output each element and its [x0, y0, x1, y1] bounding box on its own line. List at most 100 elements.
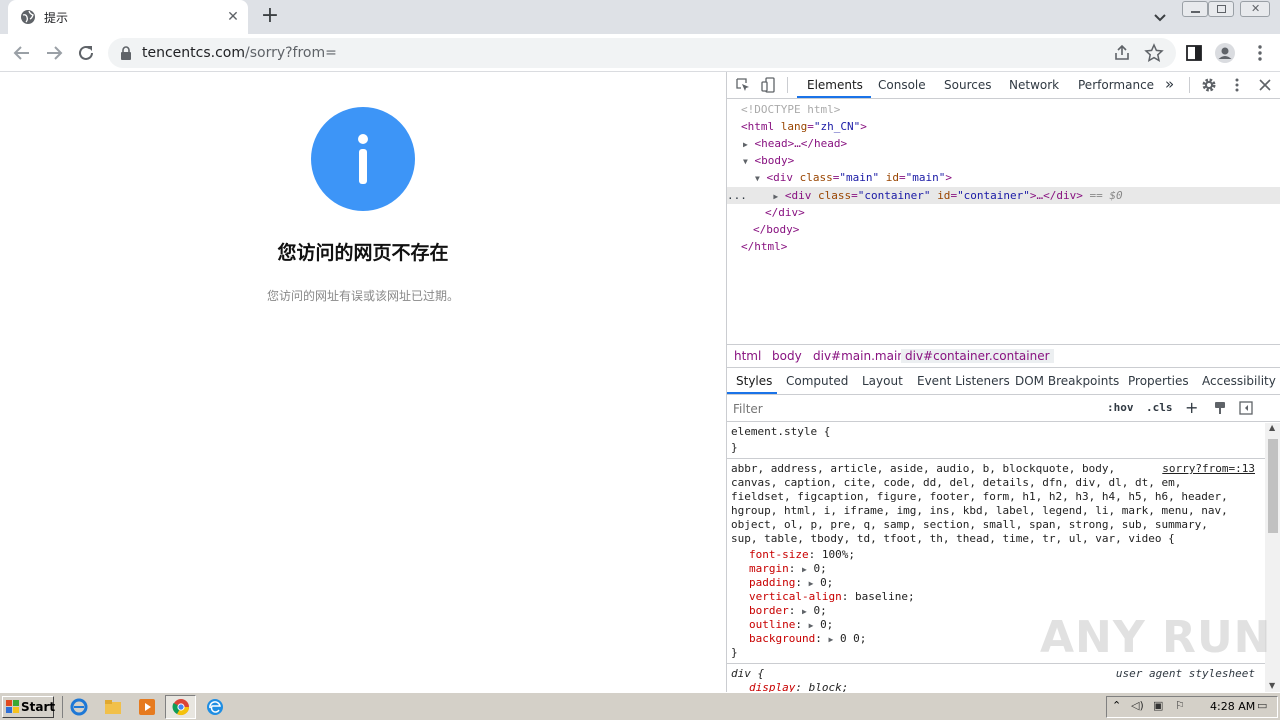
dom-main-div-node[interactable]: ▼ <div class="main" id="main"> [755, 169, 952, 186]
dom-container-div-node-selected[interactable]: ... ▶ <div class="container" id="contain… [727, 187, 1280, 204]
subtab-event-listeners[interactable]: Event Listeners [917, 374, 1010, 388]
more-tabs-icon[interactable]: » [1165, 75, 1174, 93]
paint-brush-icon[interactable] [1213, 401, 1227, 415]
breadcrumb-body[interactable]: body [772, 349, 802, 363]
media-player-icon[interactable] [136, 697, 158, 717]
gear-icon[interactable] [1201, 77, 1217, 93]
rule-selector-line[interactable]: abbr, address, article, aside, audio, b,… [731, 462, 1115, 476]
subtab-dom-breakpoints[interactable]: DOM Breakpoints [1015, 374, 1119, 388]
attr-name: class [799, 171, 833, 184]
class-toggle[interactable]: .cls [1146, 401, 1173, 414]
css-declaration[interactable]: outline: ▶ 0; [749, 618, 833, 632]
profile-avatar-icon[interactable] [1215, 43, 1235, 63]
tab-sources[interactable]: Sources [944, 78, 991, 92]
side-panel-icon[interactable] [1184, 43, 1204, 63]
css-declaration[interactable]: vertical-align: baseline; [749, 590, 915, 604]
reload-icon[interactable] [75, 42, 97, 64]
show-hidden-icons-icon[interactable]: ⌃ [1112, 699, 1121, 712]
rule-selector-line[interactable]: fieldset, figcaption, figure, footer, fo… [731, 490, 1228, 504]
address-bar[interactable]: tencentcs.com/sorry?from= [108, 38, 1176, 68]
menu-dots-icon[interactable] [1250, 43, 1270, 63]
hover-state-toggle[interactable]: :hov [1107, 401, 1134, 414]
rule-source-link[interactable]: sorry?from=:13 [1162, 462, 1255, 475]
more-options-icon[interactable] [1229, 77, 1245, 93]
expand-triangle-icon[interactable]: ▶ [743, 140, 748, 149]
css-declaration[interactable]: display: block; [749, 681, 848, 692]
ua-rule-selector[interactable]: div { [731, 667, 764, 681]
url-text[interactable]: tencentcs.com/sorry?from= [142, 45, 337, 61]
subtab-styles[interactable]: Styles [736, 374, 772, 388]
share-icon[interactable] [1112, 43, 1132, 63]
dom-head-node[interactable]: ▶ <head>…</head> [743, 135, 847, 152]
css-declaration[interactable]: margin: ▶ 0; [749, 562, 827, 576]
tab-close-icon[interactable]: ✕ [224, 8, 242, 26]
dom-body-close[interactable]: </body> [753, 221, 799, 238]
taskbar-clock[interactable]: 4:28 AM [1210, 700, 1255, 713]
new-style-rule-icon[interactable]: + [1185, 398, 1198, 417]
inspect-element-icon[interactable] [735, 77, 751, 93]
subtab-computed[interactable]: Computed [786, 374, 848, 388]
file-explorer-icon[interactable] [102, 697, 124, 717]
subtab-properties[interactable]: Properties [1128, 374, 1189, 388]
forward-icon[interactable] [43, 42, 65, 64]
close-devtools-icon[interactable] [1257, 77, 1273, 93]
expand-triangle-icon[interactable]: ▶ [828, 635, 833, 644]
breadcrumb-html[interactable]: html [734, 349, 761, 363]
scrollbar-thumb[interactable] [1268, 439, 1278, 533]
network-icon[interactable]: ▣ [1153, 699, 1163, 712]
action-center-flag-icon[interactable]: ⚐ [1175, 699, 1185, 712]
volume-icon[interactable]: ◁) [1131, 699, 1144, 712]
sidebar-toggle-icon[interactable] [1239, 401, 1253, 415]
filter-input[interactable] [731, 399, 1099, 419]
breadcrumb-div-container[interactable]: div#container.container [901, 349, 1054, 363]
rule-selector-line[interactable]: hgroup, html, i, iframe, img, ins, kbd, … [731, 504, 1228, 518]
scroll-up-icon[interactable]: ▲ [1269, 423, 1275, 432]
restore-window-button[interactable] [1208, 1, 1234, 17]
start-button[interactable]: Start [2, 696, 55, 718]
dom-html-close[interactable]: </html> [741, 238, 787, 255]
attr-value: "zh_CN" [813, 120, 861, 133]
css-declaration[interactable]: border: ▶ 0; [749, 604, 827, 618]
close-window-button[interactable]: ✕ [1240, 1, 1270, 17]
dom-doctype[interactable]: <!DOCTYPE html> [741, 101, 840, 118]
css-declaration[interactable]: background: ▶ 0 0; [749, 632, 866, 646]
rule-selector-line[interactable]: object, ol, p, pre, q, samp, section, sm… [731, 518, 1208, 532]
tab-elements[interactable]: Elements [807, 78, 863, 92]
subtab-accessibility[interactable]: Accessibility [1202, 374, 1276, 388]
css-declaration[interactable]: padding: ▶ 0; [749, 576, 833, 590]
device-toolbar-icon[interactable] [761, 77, 777, 93]
minimize-window-button[interactable] [1182, 1, 1208, 17]
edge-icon[interactable] [204, 697, 226, 717]
dom-body-node[interactable]: ▼ <body> [743, 152, 794, 169]
notification-icon[interactable]: ▭ [1257, 699, 1267, 712]
tab-network[interactable]: Network [1009, 78, 1059, 92]
browser-tab[interactable]: 提示 ✕ [8, 0, 248, 34]
expand-triangle-icon[interactable]: ▶ [802, 565, 807, 574]
collapse-triangle-icon[interactable]: ▼ [755, 174, 760, 183]
expand-triangle-icon[interactable]: ▶ [773, 192, 778, 201]
chevron-down-icon[interactable] [1150, 7, 1170, 27]
expand-triangle-icon[interactable]: ▶ [802, 607, 807, 616]
element-style-rule[interactable]: element.style { [731, 425, 830, 439]
lock-icon[interactable] [120, 46, 132, 60]
dom-html-node[interactable]: <html lang="zh_CN"> [741, 118, 867, 135]
scroll-down-icon[interactable]: ▼ [1269, 681, 1275, 690]
internet-explorer-icon[interactable] [68, 697, 90, 717]
tab-console[interactable]: Console [878, 78, 926, 92]
expand-triangle-icon[interactable]: ▶ [809, 621, 814, 630]
chrome-taskbar-button[interactable] [165, 695, 196, 719]
bookmark-star-icon[interactable] [1144, 43, 1164, 63]
new-tab-button[interactable]: + [258, 5, 282, 29]
css-declaration[interactable]: font-size: 100%; [749, 548, 855, 562]
back-icon[interactable] [11, 42, 33, 64]
subtab-layout[interactable]: Layout [862, 374, 903, 388]
expand-triangle-icon[interactable]: ▶ [809, 579, 814, 588]
tab-performance[interactable]: Performance [1078, 78, 1154, 92]
breadcrumb-div-main[interactable]: div#main.main [813, 349, 905, 363]
rule-selector-line[interactable]: canvas, caption, cite, code, dd, del, de… [731, 476, 1181, 490]
collapse-triangle-icon[interactable]: ▼ [743, 157, 748, 166]
rule-selector-line[interactable]: sup, table, tbody, td, tfoot, th, thead,… [731, 532, 1175, 546]
dom-div-close[interactable]: </div> [765, 204, 805, 221]
taskbar: Start ⌃ ◁) ▣ ⚐ ▭ 4:28 AM [0, 692, 1280, 720]
node-ellipsis-icon[interactable]: ... [727, 189, 747, 202]
